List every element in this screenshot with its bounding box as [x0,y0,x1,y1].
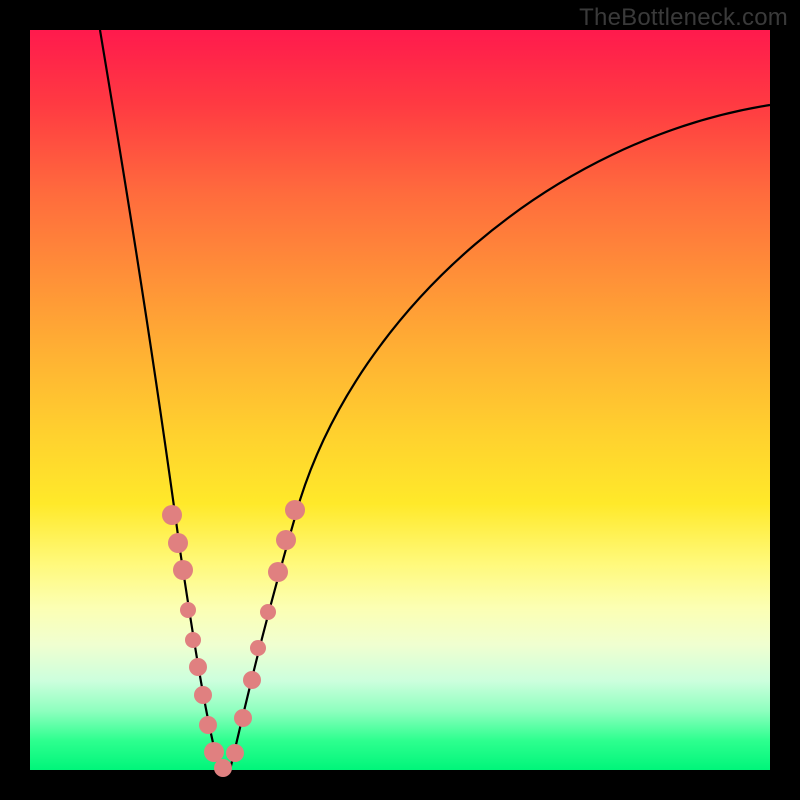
watermark-text: TheBottleneck.com [579,4,788,32]
marker-group [162,500,305,777]
marker [168,533,188,553]
marker [185,632,201,648]
chart-svg [30,30,770,770]
marker [214,759,232,777]
marker [285,500,305,520]
marker [162,505,182,525]
marker [250,640,266,656]
marker [260,604,276,620]
chart-frame: TheBottleneck.com [0,0,800,800]
marker [234,709,252,727]
marker [189,658,207,676]
marker [243,671,261,689]
marker [204,742,224,762]
marker [226,744,244,762]
marker [276,530,296,550]
marker [199,716,217,734]
curve-right [230,105,770,770]
marker [180,602,196,618]
marker [173,560,193,580]
marker [268,562,288,582]
plot-area [30,30,770,770]
marker [194,686,212,704]
